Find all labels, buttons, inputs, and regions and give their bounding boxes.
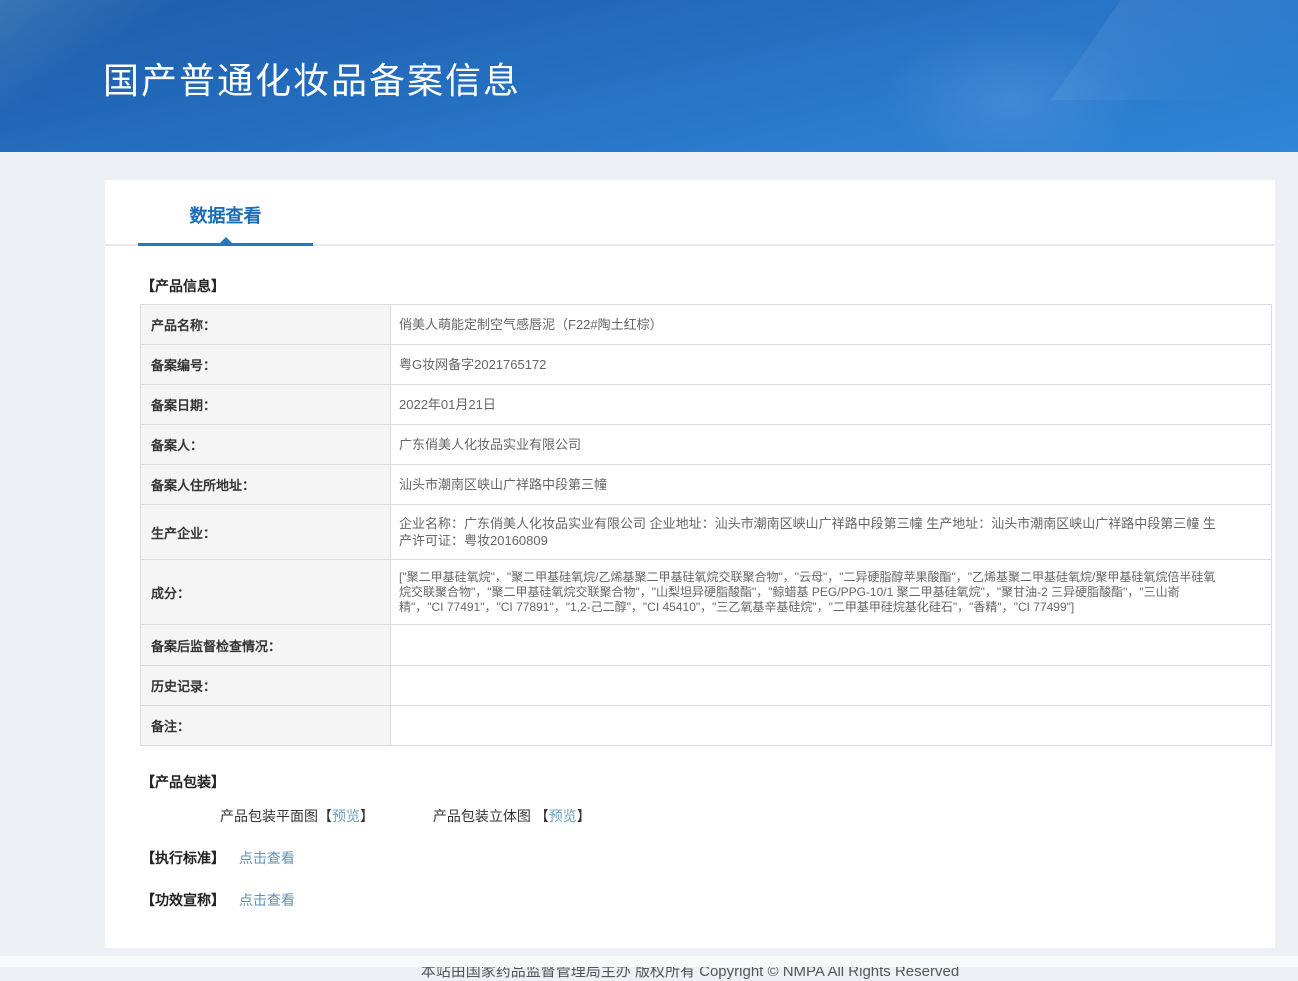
bracket-open: 【 (534, 808, 549, 824)
section-title-standard: 【执行标准】 (141, 850, 225, 866)
standard-row: 【执行标准】 点击查看 (141, 848, 1275, 868)
bottom-strip (0, 956, 1298, 967)
table-row: 生产企业： 企业名称：广东俏美人化妆品实业有限公司 企业地址：汕头市潮南区峡山广… (140, 504, 1272, 560)
packaging-stereo-label: 产品包装立体图 (432, 808, 531, 824)
packaging-row: 产品包装平面图【预览】 产品包装立体图 【预览】 (220, 806, 1275, 826)
bracket-open: 【 (318, 808, 332, 824)
efficacy-row: 【功效宣称】 点击查看 (141, 890, 1275, 910)
active-tab-arrow-icon (219, 237, 233, 244)
row-value: 粤G妆网备字2021765172 (390, 344, 1272, 385)
view-standard-link[interactable]: 点击查看 (239, 850, 295, 866)
view-efficacy-link[interactable]: 点击查看 (239, 892, 295, 908)
row-label: 备案编号： (140, 344, 391, 385)
bracket-close: 】 (360, 808, 374, 824)
row-label: 备注： (140, 705, 391, 746)
table-row: 备注： (140, 705, 1272, 746)
tab-divider (105, 237, 1275, 246)
table-row: 备案人： 广东俏美人化妆品实业有限公司 (140, 424, 1272, 465)
row-label: 备案人住所地址： (140, 464, 391, 505)
section-title-packaging: 【产品包装】 (141, 774, 225, 790)
tab-bar: 数据查看 (105, 180, 1275, 246)
row-label: 历史记录： (140, 665, 391, 706)
table-row: 备案日期： 2022年01月21日 (140, 384, 1272, 425)
row-value: 俏美人萌能定制空气感唇泥（F22#陶土红棕） (390, 304, 1272, 345)
row-value: 2022年01月21日 (390, 384, 1272, 425)
row-value: 汕头市潮南区峡山广祥路中段第三幢 (390, 464, 1272, 505)
row-value: ["聚二甲基硅氧烷"，"聚二甲基硅氧烷/乙烯基聚二甲基硅氧烷交联聚合物"，"云母… (390, 559, 1272, 625)
preview-stereo-link[interactable]: 预览 (549, 808, 577, 824)
section-title-efficacy: 【功效宣称】 (141, 892, 225, 908)
row-label: 产品名称： (140, 304, 391, 345)
row-label: 成分： (140, 559, 391, 625)
row-value (390, 665, 1272, 706)
preview-flat-link[interactable]: 预览 (332, 808, 360, 824)
table-row: 历史记录： (140, 665, 1272, 706)
content-card: 数据查看 【产品信息】 产品名称： 俏美人萌能定制空气感唇泥（F22#陶土红棕）… (105, 180, 1275, 948)
table-row: 备案编号： 粤G妆网备字2021765172 (140, 344, 1272, 385)
product-info-table: 产品名称： 俏美人萌能定制空气感唇泥（F22#陶土红棕） 备案编号： 粤G妆网备… (140, 304, 1272, 746)
section-title-product-info: 【产品信息】 (141, 278, 225, 294)
table-row: 成分： ["聚二甲基硅氧烷"，"聚二甲基硅氧烷/乙烯基聚二甲基硅氧烷交联聚合物"… (140, 559, 1272, 625)
packaging-flat-item: 产品包装平面图【预览】 (220, 806, 374, 826)
row-label: 备案后监督检查情况： (140, 624, 391, 666)
row-label: 备案日期： (140, 384, 391, 425)
page-header: 国产普通化妆品备案信息 (0, 0, 1298, 152)
bracket-close: 】 (576, 808, 591, 824)
table-row: 产品名称： 俏美人萌能定制空气感唇泥（F22#陶土红棕） (140, 304, 1272, 345)
row-value: 企业名称：广东俏美人化妆品实业有限公司 企业地址：汕头市潮南区峡山广祥路中段第三… (390, 504, 1272, 560)
row-value (390, 705, 1272, 746)
page-title: 国产普通化妆品备案信息 (103, 60, 522, 101)
table-row: 备案人住所地址： 汕头市潮南区峡山广祥路中段第三幢 (140, 464, 1272, 505)
table-row: 备案后监督检查情况： (140, 624, 1272, 666)
row-label: 备案人： (140, 424, 391, 465)
packaging-flat-label: 产品包装平面图 (220, 808, 318, 824)
row-label: 生产企业： (140, 504, 391, 560)
row-value (390, 624, 1272, 666)
row-value: 广东俏美人化妆品实业有限公司 (390, 424, 1272, 465)
header-decoration (1050, 0, 1298, 100)
packaging-stereo-item: 产品包装立体图 【预览】 (433, 806, 591, 826)
